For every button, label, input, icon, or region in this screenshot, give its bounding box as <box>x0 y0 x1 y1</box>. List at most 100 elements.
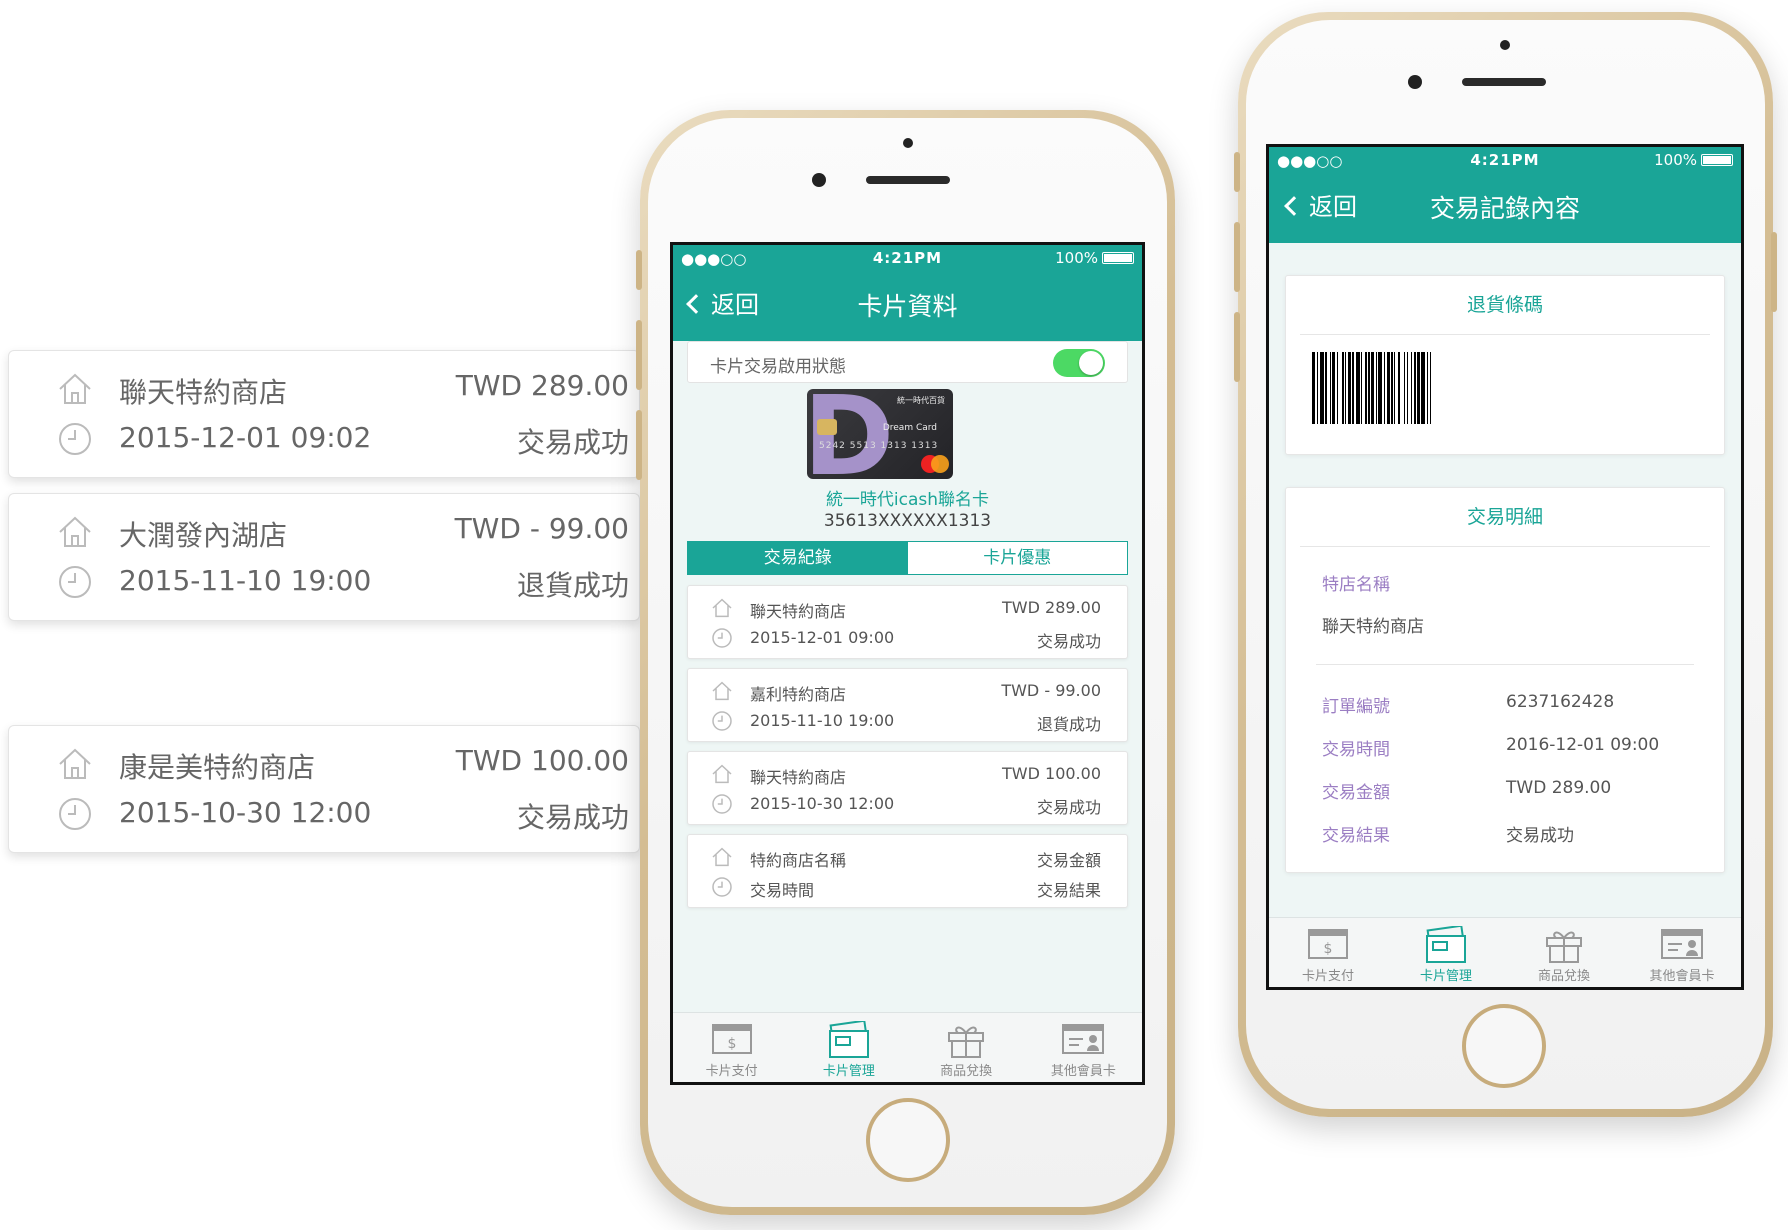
tab-offers[interactable]: 卡片優惠 <box>907 542 1127 574</box>
tab-card-manage[interactable]: 卡片管理 <box>790 1013 907 1082</box>
card-name: 統一時代icash聯名卡 <box>825 490 990 510</box>
tab-card-manage[interactable]: 卡片管理 <box>1387 918 1505 987</box>
house-icon <box>712 598 732 618</box>
float-card[interactable]: 康是美特約商店 2015-10-30 12:00 TWD 100.00 交易成功 <box>8 725 640 853</box>
merchant-name: 聯天特約商店 <box>119 376 288 409</box>
gift-icon <box>948 1026 985 1058</box>
divider <box>1300 546 1710 547</box>
float-card[interactable]: 大潤發內湖店 2015-11-10 19:00 TWD - 99.00 退貨成功 <box>8 493 640 621</box>
barcode-panel: 退貨條碼 <box>1285 275 1725 455</box>
home-button[interactable] <box>866 1098 950 1182</box>
volume-button <box>636 250 642 290</box>
screen: ●●●○○ 4:21PM 100% 返回 卡片資料 卡片交易啟用狀態 D 統一時… <box>670 242 1145 1085</box>
transaction-status: 交易成功 <box>1036 798 1101 817</box>
merchant-name: 大潤發內湖店 <box>119 519 288 552</box>
transaction-amount: TWD 100.00 <box>1002 764 1101 783</box>
tab-label: 卡片管理 <box>1419 969 1472 984</box>
clock-icon <box>59 566 91 598</box>
detail-label: 訂單編號 <box>1322 697 1390 717</box>
card-chip <box>817 419 837 435</box>
status-bar: ●●●○○ 4:21PM 100% <box>1269 147 1741 173</box>
volume-button <box>1234 222 1240 292</box>
credit-card-image[interactable]: D 統一時代百貨 Dream Card 5242 5513 1313 1313 <box>807 389 953 479</box>
screen: ●●●○○ 4:21PM 100% 返回 交易記錄內容 退貨條碼 交易明細 特店… <box>1266 144 1744 990</box>
battery-percent: 100% <box>1654 151 1697 169</box>
mastercard-logo <box>931 455 949 473</box>
transaction-row[interactable]: 嘉利特約商店 2015-11-10 19:00 TWD - 99.00 退貨成功 <box>687 668 1128 742</box>
house-icon <box>712 681 732 701</box>
volume-button <box>1234 152 1240 192</box>
house-icon <box>712 847 732 867</box>
house-icon <box>59 373 91 404</box>
status-bar: ●●●○○ 4:21PM 100% <box>673 245 1142 271</box>
tab-member-cards[interactable]: 其他會員卡 <box>1025 1013 1142 1082</box>
transaction-row[interactable]: 聯天特約商店 2015-12-01 09:00 TWD 289.00 交易成功 <box>687 585 1128 659</box>
member-card-icon <box>1062 1024 1105 1054</box>
tab-label: 商品兌換 <box>940 1064 993 1079</box>
tab-transactions[interactable]: 交易紀錄 <box>688 542 908 574</box>
clock-icon <box>59 798 91 830</box>
battery-icon <box>1102 252 1134 264</box>
volume-button <box>636 410 642 480</box>
transaction-amount: TWD 289.00 <box>455 369 629 402</box>
float-card[interactable]: 聯天特約商店 2015-12-01 09:02 TWD 289.00 交易成功 <box>8 350 640 478</box>
transaction-amount: TWD 100.00 <box>455 744 629 777</box>
proximity-sensor <box>903 138 913 148</box>
battery-percent: 100% <box>1055 249 1098 267</box>
battery-icon <box>1701 154 1733 166</box>
card-brand: 統一時代百貨 <box>897 396 945 405</box>
svg-text:$: $ <box>727 1036 736 1052</box>
merchant-name: 聯天特約商店 <box>750 602 847 621</box>
transaction-status: 退貨成功 <box>1036 715 1101 734</box>
segmented-control: 交易紀錄 卡片優惠 <box>687 541 1128 575</box>
barcode-bar <box>1431 352 1434 424</box>
home-button[interactable] <box>1462 1004 1546 1088</box>
detail-title: 交易明細 <box>1466 506 1543 528</box>
merchant-name: 康是美特約商店 <box>119 751 316 784</box>
tab-gift-redeem[interactable]: 商品兌換 <box>1505 918 1623 987</box>
clock-icon <box>712 877 732 897</box>
gift-icon <box>1546 931 1582 963</box>
card-enable-toggle[interactable] <box>1053 349 1105 377</box>
detail-value: 交易成功 <box>1506 826 1574 846</box>
detail-label: 交易結果 <box>1322 826 1390 846</box>
house-icon <box>712 764 732 784</box>
merchant-name: 特約商店名稱 <box>750 851 847 870</box>
transaction-row[interactable]: 聯天特約商店 2015-10-30 12:00 TWD 100.00 交易成功 <box>687 751 1128 825</box>
tab-label: 卡片管理 <box>822 1064 875 1079</box>
member-card-icon <box>1661 929 1703 959</box>
tab-card-pay[interactable]: $ 卡片支付 <box>673 1013 790 1082</box>
cards-icon <box>828 1021 869 1058</box>
tab-member-cards[interactable]: 其他會員卡 <box>1623 918 1741 987</box>
merchant-value: 聯天特約商店 <box>1322 617 1424 637</box>
transaction-date: 交易時間 <box>750 881 815 900</box>
transaction-row[interactable]: 特約商店名稱 交易時間 交易金額 交易結果 <box>687 834 1128 908</box>
dollar-card-icon: $ <box>711 1024 752 1054</box>
front-camera <box>1408 75 1422 89</box>
house-icon <box>59 516 91 547</box>
divider <box>1300 334 1710 335</box>
card-number-print: 5242 5513 1313 1313 <box>819 441 939 451</box>
detail-value: 2016-12-01 09:00 <box>1506 735 1660 755</box>
clock-icon <box>712 794 732 814</box>
earpiece-speaker <box>1462 78 1546 86</box>
toggle-label: 卡片交易啟用狀態 <box>710 357 846 377</box>
front-camera <box>812 173 826 187</box>
clock-icon <box>712 711 732 731</box>
cards-icon <box>1426 926 1466 963</box>
volume-button <box>636 320 642 390</box>
merchant-label: 特店名稱 <box>1322 575 1390 595</box>
return-barcode[interactable] <box>1312 352 1698 424</box>
svg-text:$: $ <box>1324 941 1333 957</box>
transaction-status: 退貨成功 <box>516 569 629 602</box>
tab-card-pay[interactable]: $ 卡片支付 <box>1269 918 1387 987</box>
detail-label: 交易金額 <box>1322 783 1390 803</box>
detail-value: TWD 289.00 <box>1506 778 1612 798</box>
house-icon <box>59 748 91 779</box>
transaction-date: 2015-12-01 09:02 <box>119 421 372 454</box>
tab-gift-redeem[interactable]: 商品兌換 <box>908 1013 1025 1082</box>
transaction-amount: 交易金額 <box>1036 851 1101 870</box>
clock-icon <box>712 628 732 648</box>
tab-label: 卡片支付 <box>705 1064 758 1079</box>
transaction-status: 交易成功 <box>1036 632 1101 651</box>
